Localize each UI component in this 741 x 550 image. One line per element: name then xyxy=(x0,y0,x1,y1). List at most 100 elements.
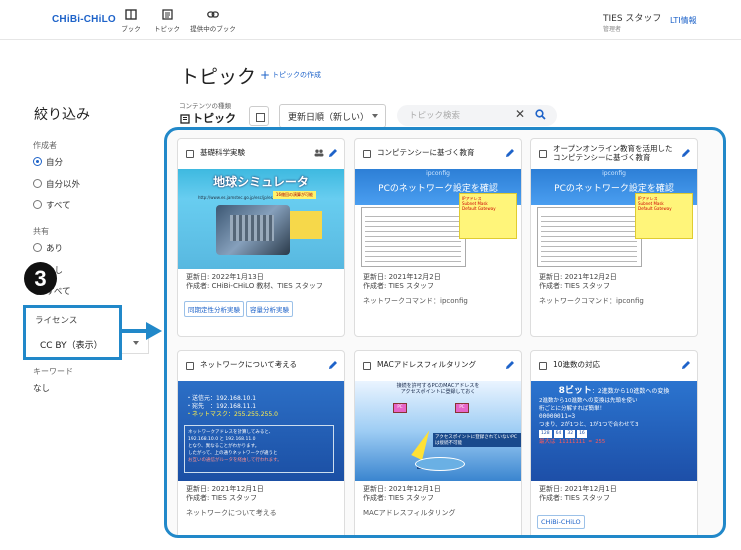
command-window-image xyxy=(361,207,466,267)
user-name[interactable]: TIES スタッフ xyxy=(603,11,661,24)
card-description: ネットワークについて考える xyxy=(186,509,277,517)
topic-card-grid: 基礎科学実験 地球シミュレータ http://www.es.jamstec.go… xyxy=(164,127,726,538)
card-checkbox[interactable] xyxy=(186,362,194,370)
pc-icon: PC xyxy=(393,403,407,413)
card-description: ネットワークコマンド：ipconfig xyxy=(539,297,644,305)
sort-select[interactable]: 更新日順（新しい） xyxy=(279,104,386,128)
card-author: 作成者: TIES スタッフ xyxy=(363,494,435,502)
card-thumbnail: 地球シミュレータ http://www.es.jamstec.go.jp/esc… xyxy=(178,169,344,269)
card-title[interactable]: ネットワークについて考える xyxy=(200,360,320,369)
thumb-panel: ネットワークアドレスを計算してみると、 192.168.10.0 と 192.16… xyxy=(184,425,334,473)
thumb-lines: ・送信元：192.168.10.1 ・宛先 ：192.168.11.1 ・ネットマス… xyxy=(186,395,278,418)
edit-icon[interactable] xyxy=(505,148,515,158)
license-select-arrow[interactable] xyxy=(122,330,149,354)
card-thumbnail: ・送信元：192.168.10.1 ・宛先 ：192.168.11.1 ・ネットマス… xyxy=(178,381,344,481)
book-icon xyxy=(125,9,137,20)
access-point-image xyxy=(415,457,465,471)
radio-label: すべて xyxy=(46,201,71,211)
thumb-body: 2進数から10進数への変換は先頭を使い 桁ごとに分解すれば簡単！ 0000001… xyxy=(539,398,639,445)
add-topic-label: トピックの作成 xyxy=(272,71,322,79)
topic-card[interactable]: 基礎科学実験 地球シミュレータ http://www.es.jamstec.go… xyxy=(177,138,345,337)
radio-label: 自分 xyxy=(46,158,64,168)
topic-card[interactable]: コンピテンシーに基づく教育 ipconfig PCのネットワーク設定を確認 IPア… xyxy=(354,138,522,337)
card-thumbnail: ipconfig PCのネットワーク設定を確認 IPアドレス Subnet Mask… xyxy=(355,169,521,269)
content-type-value: トピック xyxy=(192,112,236,125)
card-tag[interactable]: CHiBi-CHiLO xyxy=(537,515,585,529)
radio-dot xyxy=(33,243,42,252)
card-author: 作成者: TIES スタッフ xyxy=(539,494,611,502)
card-checkbox[interactable] xyxy=(363,150,371,158)
people-icon xyxy=(314,149,324,157)
thumb-subtitle: ipconfig xyxy=(426,170,450,177)
search-placeholder: トピック検索 xyxy=(409,111,461,121)
card-title[interactable]: 10進数の対応 xyxy=(553,360,673,369)
card-title[interactable]: オープンオンライン教育を活用したコンピテンシーに基づく教育 xyxy=(553,144,673,162)
page-title: トピック xyxy=(180,66,257,88)
card-updated: 更新日: 2021年12月1日 xyxy=(186,485,264,493)
search-icon[interactable] xyxy=(535,109,546,120)
lti-info-link[interactable]: LTI情報 xyxy=(670,15,697,26)
card-tag[interactable]: 容量分析実験 xyxy=(246,301,293,317)
card-checkbox[interactable] xyxy=(186,150,194,158)
card-title[interactable]: MACアドレスフィルタリング xyxy=(377,360,497,369)
topic-card[interactable]: 10進数の対応 8ビット：2進数から10進数への変換 2進数から10進数への変換… xyxy=(530,350,698,535)
author-radio-others[interactable]: 自分以外 xyxy=(33,178,80,190)
card-header: オープンオンライン教育を活用したコンピテンシーに基づく教育 xyxy=(531,139,697,169)
edit-icon[interactable] xyxy=(681,148,691,158)
command-window-image xyxy=(537,207,642,267)
card-thumbnail: ipconfig PCのネットワーク設定を確認 IPアドレス Subnet Mask… xyxy=(531,169,697,269)
topic-icon xyxy=(180,114,190,124)
share-radio-yes[interactable]: あり xyxy=(33,242,63,254)
supercomputer-image xyxy=(216,205,290,255)
thumb-header: 接続を許可するPCのMACアドレスを アクセスポイントに登録しておく xyxy=(396,383,480,395)
card-title[interactable]: 基礎科学実験 xyxy=(200,148,320,157)
radio-label: あり xyxy=(46,244,64,254)
thumb-title: 8ビット：2進数から10進数への変換 xyxy=(558,386,670,396)
license-select[interactable]: CC BY（表示） xyxy=(40,338,103,351)
keyword-filter-value: なし xyxy=(33,384,51,394)
edit-icon[interactable] xyxy=(681,360,691,370)
clear-icon[interactable]: ✕ xyxy=(515,107,525,121)
topic-icon xyxy=(162,9,173,20)
radio-dot xyxy=(33,157,42,166)
content-type-selector[interactable]: トピック xyxy=(180,110,236,126)
card-author: 作成者: CHiBi-CHiLO 教材、TIES スタッフ xyxy=(186,282,323,290)
annotation-arrow-line xyxy=(122,329,148,333)
topic-card[interactable]: MACアドレスフィルタリング 接続を許可するPCのMACアドレスを アクセスポイン… xyxy=(354,350,522,535)
author-filter-label: 作成者 xyxy=(33,141,57,150)
card-checkbox[interactable] xyxy=(539,362,547,370)
card-tag[interactable]: 同期定性分析実験 xyxy=(184,301,244,317)
annotation-arrow-head xyxy=(146,322,162,340)
card-title[interactable]: コンピテンシーに基づく教育 xyxy=(377,148,497,157)
select-all-checkbox[interactable] xyxy=(249,106,269,126)
sort-value: 更新日順（新しい） xyxy=(288,113,370,123)
card-header: 基礎科学実験 xyxy=(178,139,344,169)
nav-shared-books[interactable]: 提供中のブック xyxy=(183,9,243,33)
card-updated: 更新日: 2021年12月2日 xyxy=(539,273,617,281)
card-checkbox[interactable] xyxy=(539,150,547,158)
thumb-title: 地球シミュレータ xyxy=(213,175,309,189)
card-author: 作成者: TIES スタッフ xyxy=(539,282,611,290)
share-filter-label: 共有 xyxy=(33,227,49,236)
author-radio-me[interactable]: 自分 xyxy=(33,156,63,168)
plus-icon: + xyxy=(260,68,271,82)
add-topic-button[interactable]: + トピックの作成 xyxy=(260,68,321,82)
keyword-filter-label: キーワード xyxy=(33,367,73,376)
license-filter-label: ライセンス xyxy=(35,316,78,326)
author-radio-all[interactable]: すべて xyxy=(33,199,71,211)
edit-icon[interactable] xyxy=(328,360,338,370)
edit-icon[interactable] xyxy=(505,360,515,370)
topic-card[interactable]: ネットワークについて考える ・送信元：192.168.10.1 ・宛先 ：192.… xyxy=(177,350,345,535)
card-checkbox[interactable] xyxy=(363,362,371,370)
search-box[interactable]: トピック検索 ✕ xyxy=(397,105,557,126)
thumb-callout xyxy=(290,211,322,239)
card-updated: 更新日: 2022年1月13日 xyxy=(186,273,264,281)
radio-dot xyxy=(33,179,42,188)
content-type-label: コンテンツの種類 xyxy=(179,102,231,110)
card-header: MACアドレスフィルタリング xyxy=(355,351,521,381)
topic-card[interactable]: オープンオンライン教育を活用したコンピテンシーに基づく教育 ipconfig PC… xyxy=(530,138,698,337)
card-header: 10進数の対応 xyxy=(531,351,697,381)
thumb-url: http://www.es.jamstec.go.jp/esc/jp/es/ha… xyxy=(198,195,316,200)
nav-shared-books-label: 提供中のブック xyxy=(190,25,236,33)
edit-icon[interactable] xyxy=(328,148,338,158)
